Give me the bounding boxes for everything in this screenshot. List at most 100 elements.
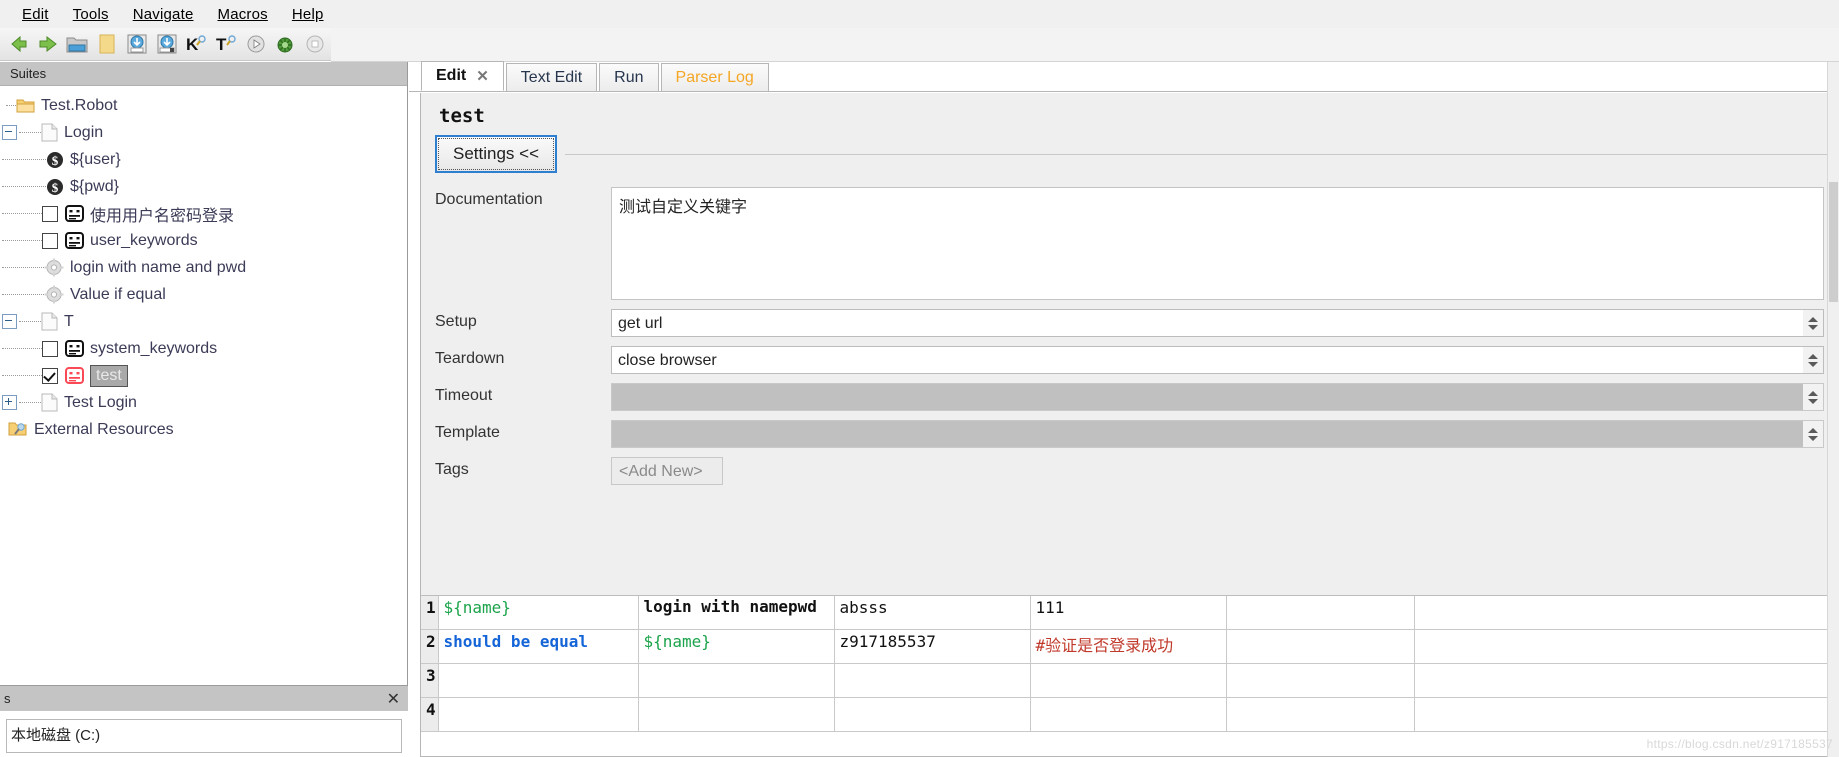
- go-forward-icon[interactable]: [34, 30, 62, 58]
- expander-expand-icon[interactable]: [2, 395, 17, 410]
- menu-item-tools[interactable]: Tools: [61, 4, 121, 25]
- file-explorer-item[interactable]: 本地磁盘 (C:): [6, 719, 402, 753]
- tree-item-test-login[interactable]: Test Login: [0, 389, 407, 416]
- grid-cell[interactable]: #验证是否登录成功: [1030, 629, 1227, 664]
- keyword-icon: [44, 285, 64, 304]
- table-row[interactable]: 3: [421, 663, 1838, 698]
- grid-cell[interactable]: ${name}: [638, 629, 835, 664]
- documentation-textarea[interactable]: 测试自定义关键字: [611, 187, 1824, 300]
- settings-toggle-button[interactable]: Settings <<: [435, 135, 558, 173]
- grid-cell[interactable]: should be equal: [438, 629, 639, 664]
- file-icon: [41, 312, 58, 331]
- grid-cell[interactable]: [638, 663, 835, 698]
- grid-cell[interactable]: absss: [834, 596, 1031, 630]
- teardown-stepper[interactable]: [1803, 347, 1823, 373]
- grid-cell[interactable]: [1030, 663, 1227, 698]
- grid-cell[interactable]: [1414, 663, 1838, 698]
- grid-cell[interactable]: [1226, 596, 1415, 630]
- grid-cell[interactable]: 111: [1030, 596, 1227, 630]
- tree-item-label: user_keywords: [90, 231, 198, 249]
- go-back-icon[interactable]: [4, 30, 32, 58]
- save-icon[interactable]: [123, 30, 151, 58]
- grid-cell[interactable]: [1414, 596, 1838, 630]
- grid-cell[interactable]: login with namepwd: [638, 596, 835, 630]
- tree-item-external-resources[interactable]: External Resources: [0, 416, 407, 443]
- menu-item-navigate[interactable]: Navigate: [121, 4, 206, 25]
- tree-item-user-keywords[interactable]: user_keywords: [0, 227, 407, 254]
- setup-stepper[interactable]: [1803, 310, 1823, 336]
- grid-cell[interactable]: [1414, 629, 1838, 664]
- timeout-stepper[interactable]: [1803, 384, 1823, 410]
- tree-item-var-pwd[interactable]: $ ${pwd}: [0, 173, 407, 200]
- table-row[interactable]: 4: [421, 697, 1838, 732]
- tree-item-label: T: [64, 312, 74, 330]
- close-icon[interactable]: ✕: [387, 689, 400, 709]
- grid-cell[interactable]: [438, 663, 639, 698]
- tab-edit[interactable]: Edit ✕: [421, 61, 504, 91]
- tree-item-checkbox[interactable]: [42, 367, 58, 384]
- debug-icon[interactable]: [272, 30, 300, 58]
- file-explorer-header: s ✕: [0, 686, 408, 711]
- tab-parser-log[interactable]: Parser Log: [660, 63, 769, 91]
- tree-item-checkbox[interactable]: [42, 205, 58, 222]
- grid-cell[interactable]: [638, 697, 835, 732]
- tree-item-checkbox[interactable]: [42, 232, 58, 249]
- vertical-scrollbar[interactable]: [1827, 62, 1839, 757]
- teardown-input[interactable]: close browser: [611, 346, 1824, 374]
- expander-collapse-icon[interactable]: [2, 125, 17, 140]
- testcase-icon: [65, 340, 84, 357]
- setup-input[interactable]: get url: [611, 309, 1824, 337]
- tree-item-testcase-cn-login[interactable]: 使用用户名密码登录: [0, 200, 407, 227]
- template-input[interactable]: [611, 420, 1824, 448]
- run-icon[interactable]: [242, 30, 270, 58]
- tree-item-var-user[interactable]: $ ${user}: [0, 146, 407, 173]
- tree-item-test-selected[interactable]: test: [0, 362, 407, 389]
- tree-item-login[interactable]: Login: [0, 119, 407, 146]
- save-all-icon[interactable]: [153, 30, 181, 58]
- grid-cell[interactable]: [1030, 697, 1227, 732]
- table-row[interactable]: 2 should be equal ${name} z917185537 #验证…: [421, 629, 1838, 664]
- tree-item-label: Login: [64, 123, 104, 141]
- table-row[interactable]: 1 ${name} login with namepwd absss 111: [421, 596, 1838, 630]
- tab-close-icon[interactable]: ✕: [476, 67, 489, 85]
- tree-item-keyword-value-if-equal[interactable]: Value if equal: [0, 281, 407, 308]
- grid-cell[interactable]: [1226, 663, 1415, 698]
- new-keyword-icon[interactable]: K: [182, 30, 210, 58]
- tree-item-t[interactable]: T: [0, 308, 407, 335]
- grid-cell[interactable]: [1226, 629, 1415, 664]
- tree-item-label: login with name and pwd: [70, 258, 247, 276]
- tree-item-checkbox[interactable]: [42, 340, 58, 357]
- add-tag-button[interactable]: <Add New>: [611, 457, 723, 485]
- menu-item-edit[interactable]: Edit: [10, 4, 61, 25]
- tree-item-test-robot[interactable]: Test.Robot: [0, 92, 407, 119]
- tab-run[interactable]: Run: [599, 63, 659, 91]
- new-testcase-icon[interactable]: T: [212, 30, 240, 58]
- open-folder-icon[interactable]: [63, 30, 91, 58]
- grid-cell[interactable]: [1226, 697, 1415, 732]
- grid-cell[interactable]: [834, 663, 1031, 698]
- tab-text-edit[interactable]: Text Edit: [505, 63, 598, 91]
- menu-item-macros[interactable]: Macros: [206, 4, 280, 25]
- grid-cell[interactable]: ${name}: [438, 596, 639, 630]
- menu-item-help[interactable]: Help: [280, 4, 336, 25]
- field-teardown: Teardown close browser: [421, 346, 1838, 374]
- menu-item-navigate-label: Navigate: [132, 5, 194, 23]
- tree-item-system-keywords[interactable]: system_keywords: [0, 335, 407, 362]
- tab-parser-log-label: Parser Log: [675, 68, 754, 86]
- scrollbar-thumb[interactable]: [1829, 182, 1838, 302]
- timeout-input[interactable]: [611, 383, 1824, 411]
- stop-icon[interactable]: [301, 30, 329, 58]
- field-setup-control: get url: [611, 309, 1838, 337]
- tree-connector: [2, 374, 42, 377]
- grid-cell[interactable]: [438, 697, 639, 732]
- template-stepper[interactable]: [1803, 421, 1823, 447]
- grid-cell[interactable]: z917185537: [834, 629, 1031, 664]
- grid-cell[interactable]: [1414, 697, 1838, 732]
- tree-item-keyword-login-with-name-and-pwd[interactable]: login with name and pwd: [0, 254, 407, 281]
- expander-collapse-icon[interactable]: [2, 314, 17, 329]
- field-timeout: Timeout: [421, 383, 1838, 411]
- suites-tree: Test.Robot Login $ ${user} $ ${pwd} 使用用户…: [0, 86, 407, 443]
- grid-cell[interactable]: [834, 697, 1031, 732]
- new-file-icon[interactable]: [93, 30, 121, 58]
- editor-pane: Edit ✕ Text Edit Run Parser Log test Set…: [409, 61, 1839, 757]
